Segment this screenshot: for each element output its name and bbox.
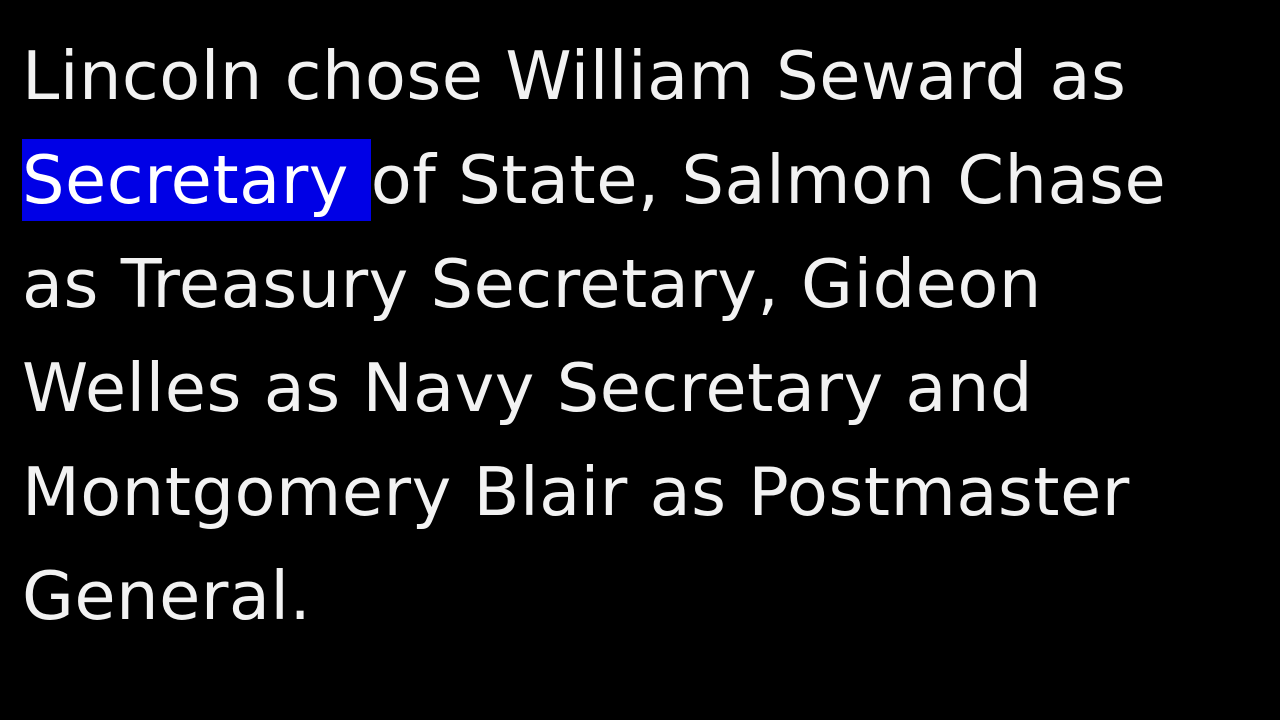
caption-line-4: Welles as Navy Secretary and bbox=[22, 349, 1033, 427]
caption-line-1: Lincoln chose William Seward as bbox=[22, 37, 1127, 115]
caption-line-3: as Treasury Secretary, Gideon bbox=[22, 245, 1042, 323]
caption-line-5: Montgomery Blair as Postmaster bbox=[22, 453, 1130, 531]
highlighted-word: Secretary bbox=[22, 139, 371, 221]
caption-screen: Lincoln chose William Seward as Secretar… bbox=[0, 0, 1280, 720]
caption-line-2-rest: of State, Salmon Chase bbox=[370, 141, 1167, 219]
caption-line-6: General. bbox=[22, 557, 312, 635]
caption-line-2: Secretary of State, Salmon Chase bbox=[22, 128, 1166, 232]
